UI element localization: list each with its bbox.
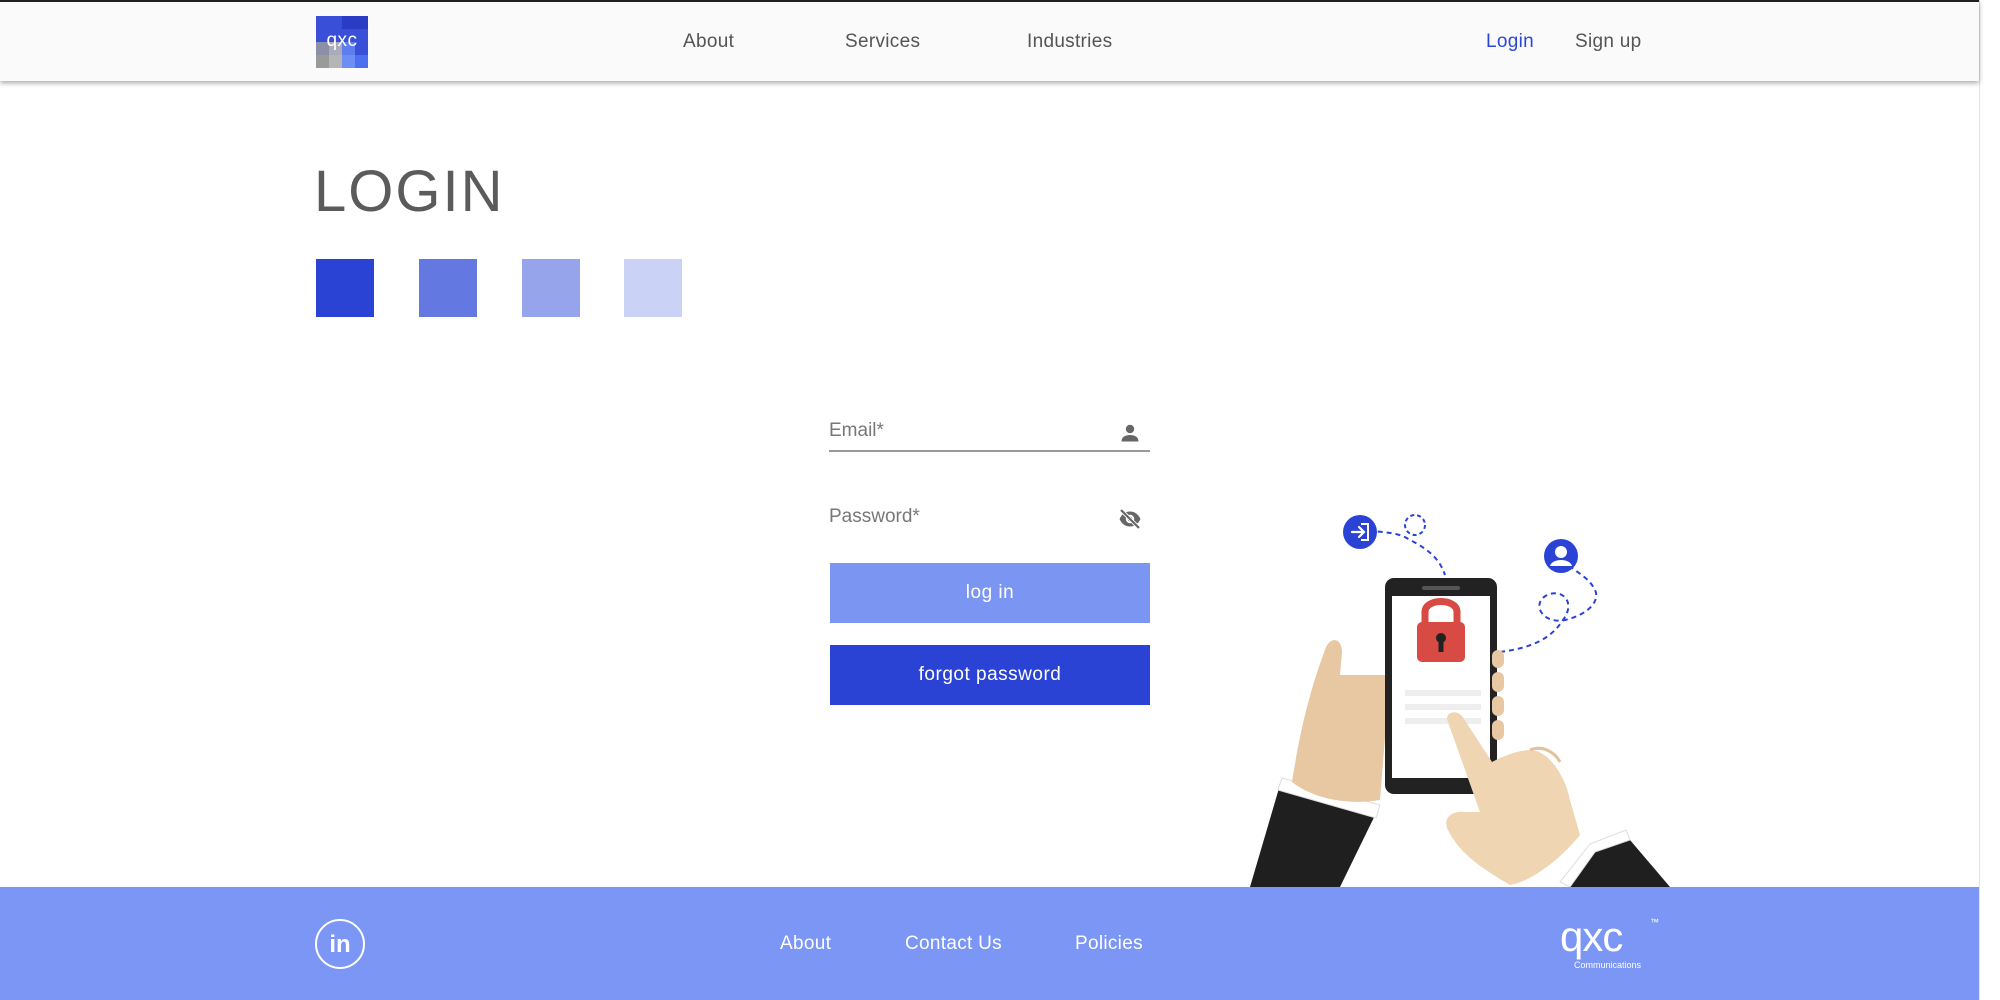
right-hand [1446, 712, 1580, 885]
footer-link-policies[interactable]: Policies [1075, 933, 1143, 955]
page-title: LOGIN [314, 159, 505, 224]
forgot-password-button[interactable]: forgot password [830, 645, 1150, 705]
password-label: Password* [829, 506, 920, 527]
linkedin-glyph: in [329, 931, 351, 958]
password-field[interactable]: Password* [829, 498, 1150, 538]
phone-security-illustration [1250, 514, 1670, 887]
nav-about[interactable]: About [683, 31, 734, 53]
dashed-loop [1404, 514, 1426, 536]
site-header: qxc About Services Industries Login Sign… [0, 0, 1979, 81]
color-swatch [624, 259, 682, 317]
email-field[interactable]: Email* [829, 412, 1150, 452]
person-icon [1121, 424, 1139, 442]
color-swatch [316, 259, 374, 317]
dashed-path [1499, 557, 1598, 653]
color-swatch [522, 259, 580, 317]
nav-signup[interactable]: Sign up [1575, 31, 1642, 53]
qxc-wordmark-icon: qxc ™ Communications [1560, 913, 1659, 970]
footer-link-contact[interactable]: Contact Us [905, 933, 1002, 955]
nav-industries[interactable]: Industries [1027, 31, 1112, 53]
svg-text:qxc: qxc [1560, 913, 1622, 960]
svg-text:™: ™ [1650, 917, 1659, 927]
footer-link-about[interactable]: About [780, 933, 831, 955]
nav-services[interactable]: Services [845, 31, 920, 53]
svg-text:Communications: Communications [1574, 960, 1642, 970]
left-hand [1292, 640, 1390, 802]
nav-login[interactable]: Login [1486, 31, 1534, 53]
eye-off-icon[interactable] [1118, 507, 1142, 531]
color-swatch [419, 259, 477, 317]
email-label: Email* [829, 420, 884, 441]
login-button[interactable]: log in [830, 563, 1150, 623]
footer-qxc-logo[interactable]: qxc ™ Communications [1558, 913, 1668, 973]
linkedin-icon[interactable]: in [315, 919, 365, 969]
scrollbar-gutter [1979, 0, 2000, 1000]
qxc-logo[interactable]: qxc [316, 16, 368, 68]
logo-text: qxc [326, 30, 358, 51]
